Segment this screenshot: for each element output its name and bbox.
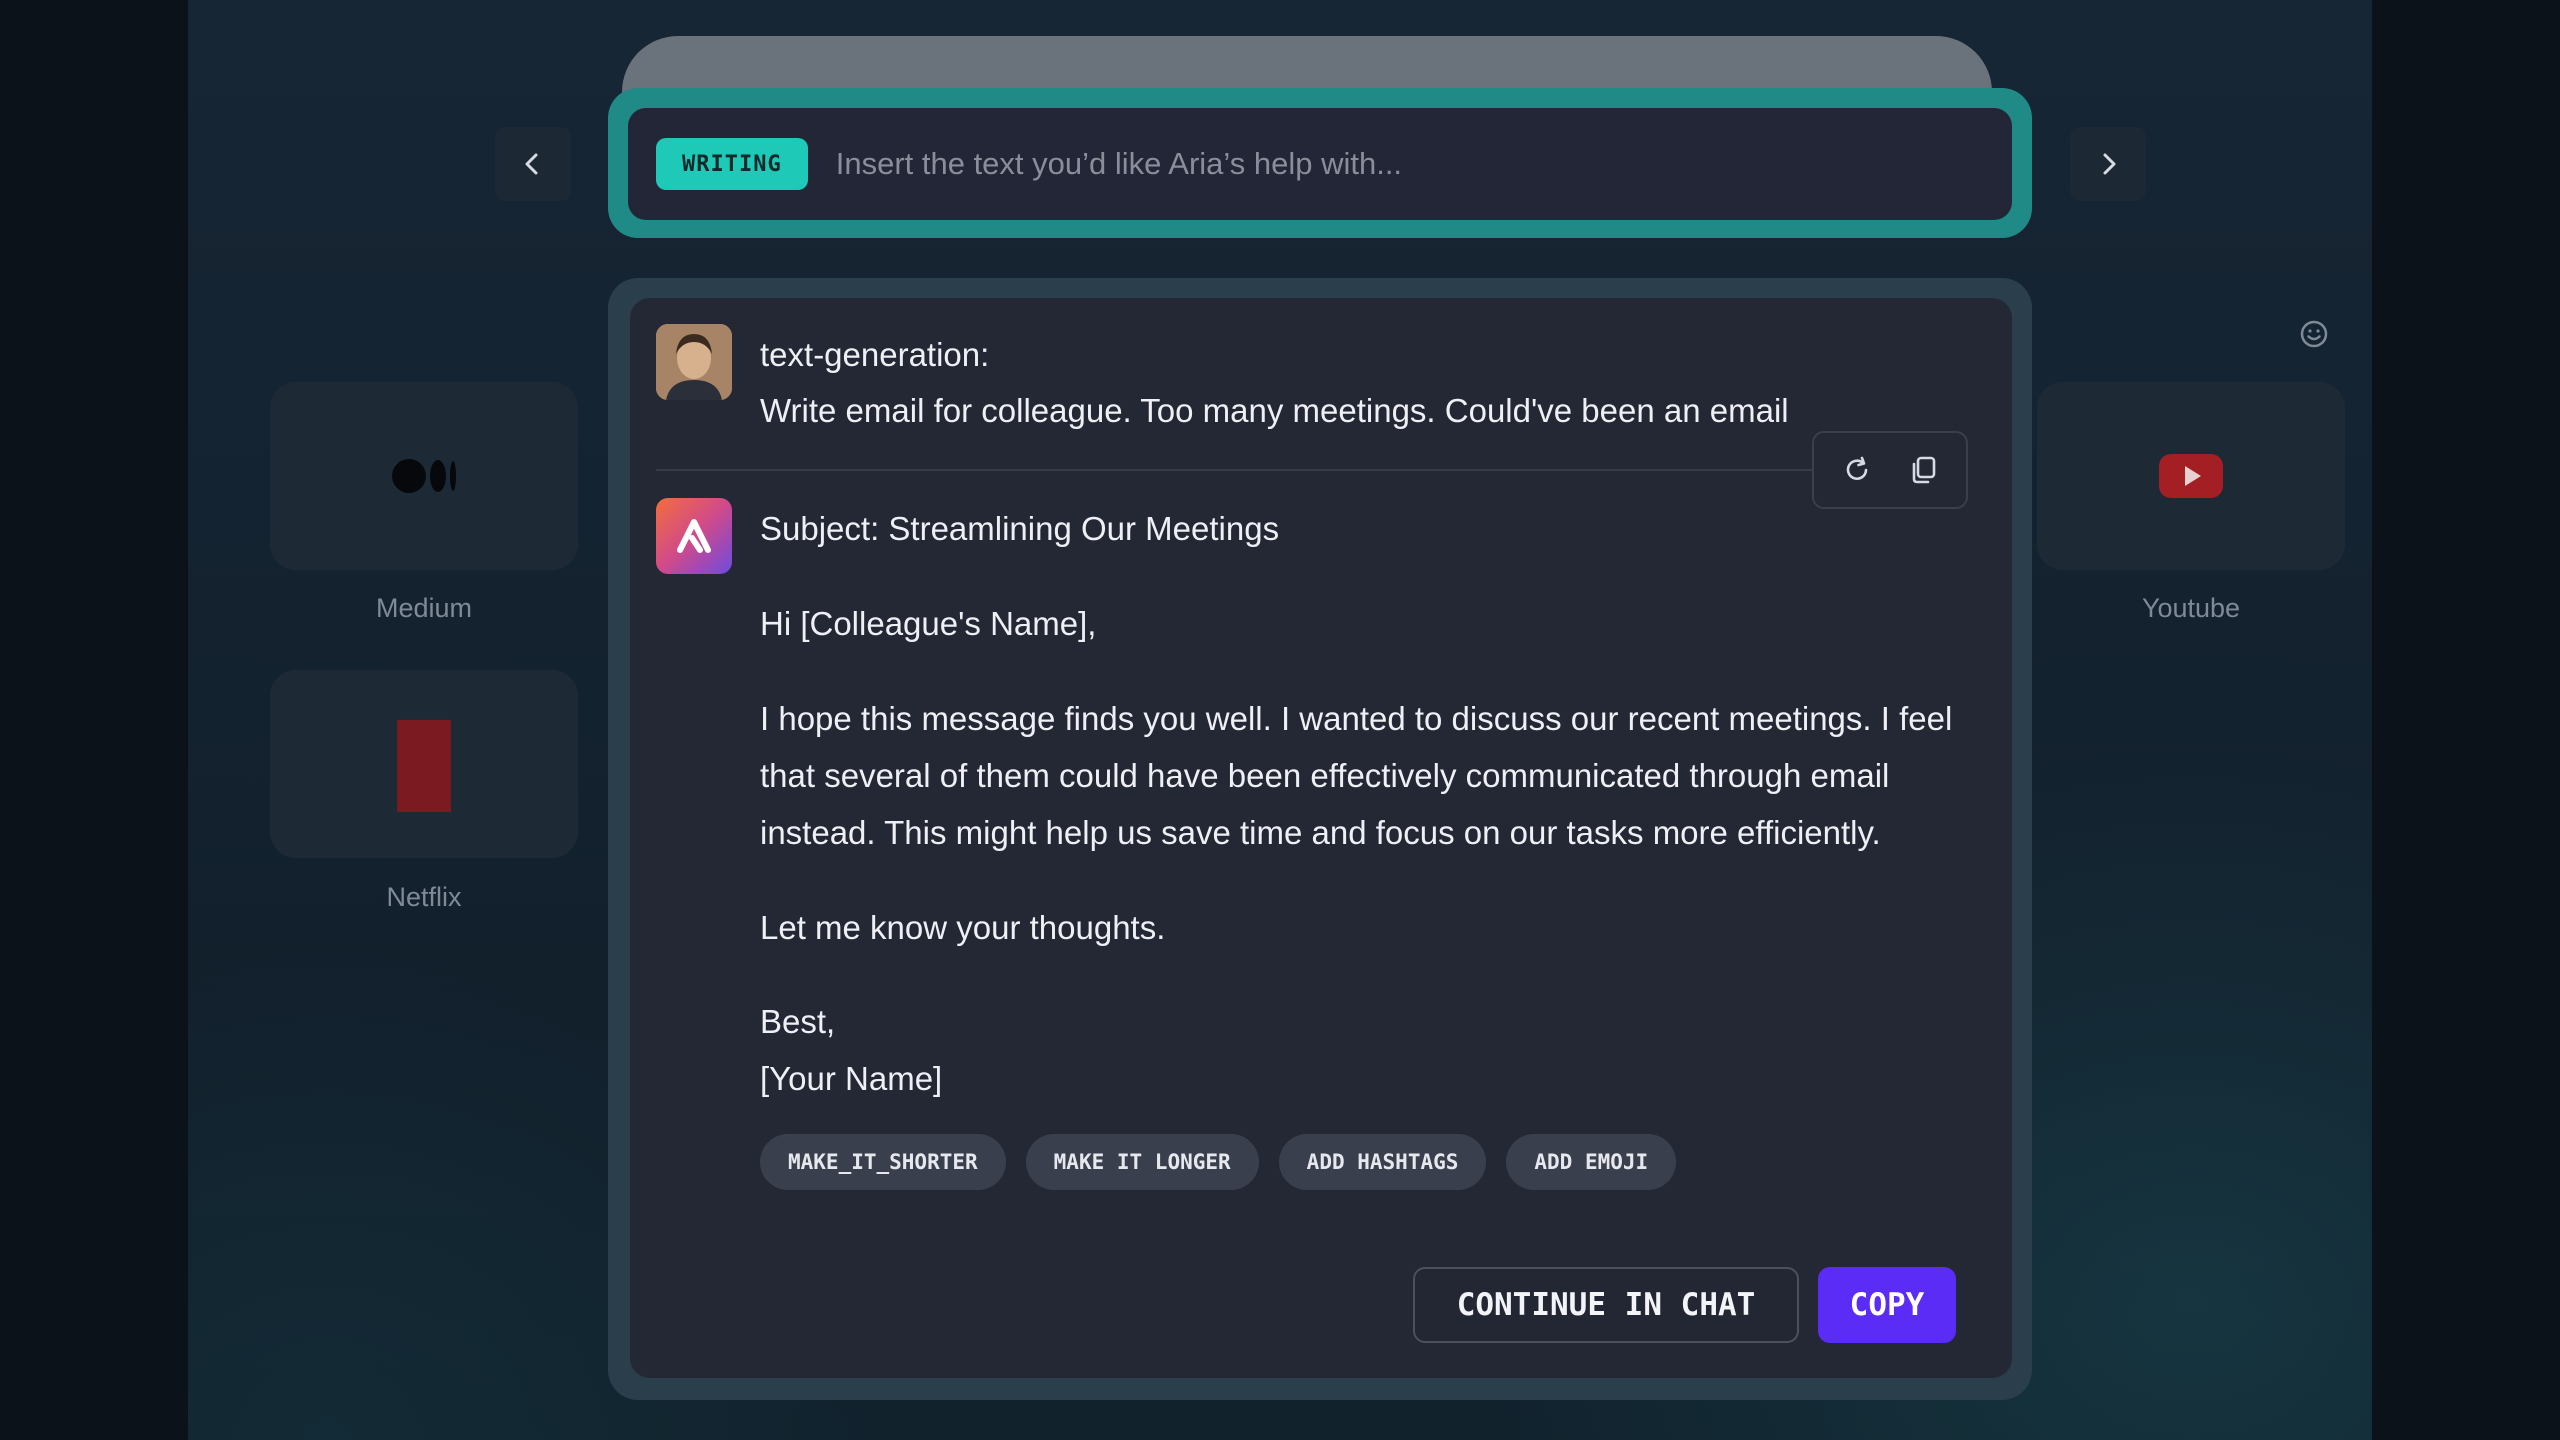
aria-avatar [656,498,732,574]
netflix-tile[interactable]: █ [270,670,578,858]
copy-icon [1913,456,1936,484]
medium-tile-label: Medium [375,593,473,623]
medium-tile[interactable] [270,382,578,570]
divider [656,469,1816,471]
netflix-tile-label: Netflix [386,882,462,912]
user-avatar [656,324,732,400]
response-toolbar [1812,431,1968,509]
email-closing: Let me know your thoughts. [760,909,1166,946]
search-panel: WRITING [628,108,2012,220]
medium-logo-icon [392,459,456,493]
add-hashtags-chip[interactable]: ADD HASHTAGS [1278,1134,1487,1190]
netflix-logo-icon: █ [397,721,451,806]
chevron-left-icon [525,153,538,175]
chevron-right-icon [2103,153,2116,175]
smile-icon[interactable] [2298,318,2330,350]
make-it-shorter-chip[interactable]: MAKE_IT_SHORTER [760,1134,1006,1190]
copy-button[interactable]: COPY [1818,1267,1956,1343]
previous-button[interactable] [495,127,571,201]
prompt-label: text-generation: [760,336,990,373]
prompt-text: Write email for colleague. Too many meet… [760,392,1789,429]
writing-mode-badge[interactable]: WRITING [656,138,808,190]
youtube-logo-icon [2159,454,2223,498]
regenerate-button[interactable] [1833,446,1881,494]
aria-logo-icon [677,519,711,553]
email-signature-name: [Your Name] [760,1060,943,1097]
make-it-longer-chip[interactable]: MAKE IT LONGER [1025,1134,1259,1190]
youtube-tile-label: Youtube [2141,593,2241,623]
refresh-icon [1846,456,1867,480]
suggestion-chips: MAKE_IT_SHORTER MAKE IT LONGER ADD HASHT… [760,1134,1677,1190]
email-greeting: Hi [Colleague's Name], [760,605,1097,642]
aria-prompt-input[interactable] [835,134,2012,194]
youtube-tile[interactable] [2037,382,2345,570]
next-button[interactable] [2070,127,2146,201]
email-signoff: Best, [760,1003,836,1040]
right-background-band [2372,0,2560,1440]
left-background-band [0,0,188,1440]
continue-in-chat-button[interactable]: CONTINUE IN CHAT [1413,1267,1799,1343]
copy-response-button[interactable] [1899,446,1947,494]
email-body: I hope this message finds you well. I wa… [760,700,1953,851]
add-emoji-chip[interactable]: ADD EMOJI [1506,1134,1677,1190]
email-subject: Subject: Streamlining Our Meetings [760,510,1280,547]
